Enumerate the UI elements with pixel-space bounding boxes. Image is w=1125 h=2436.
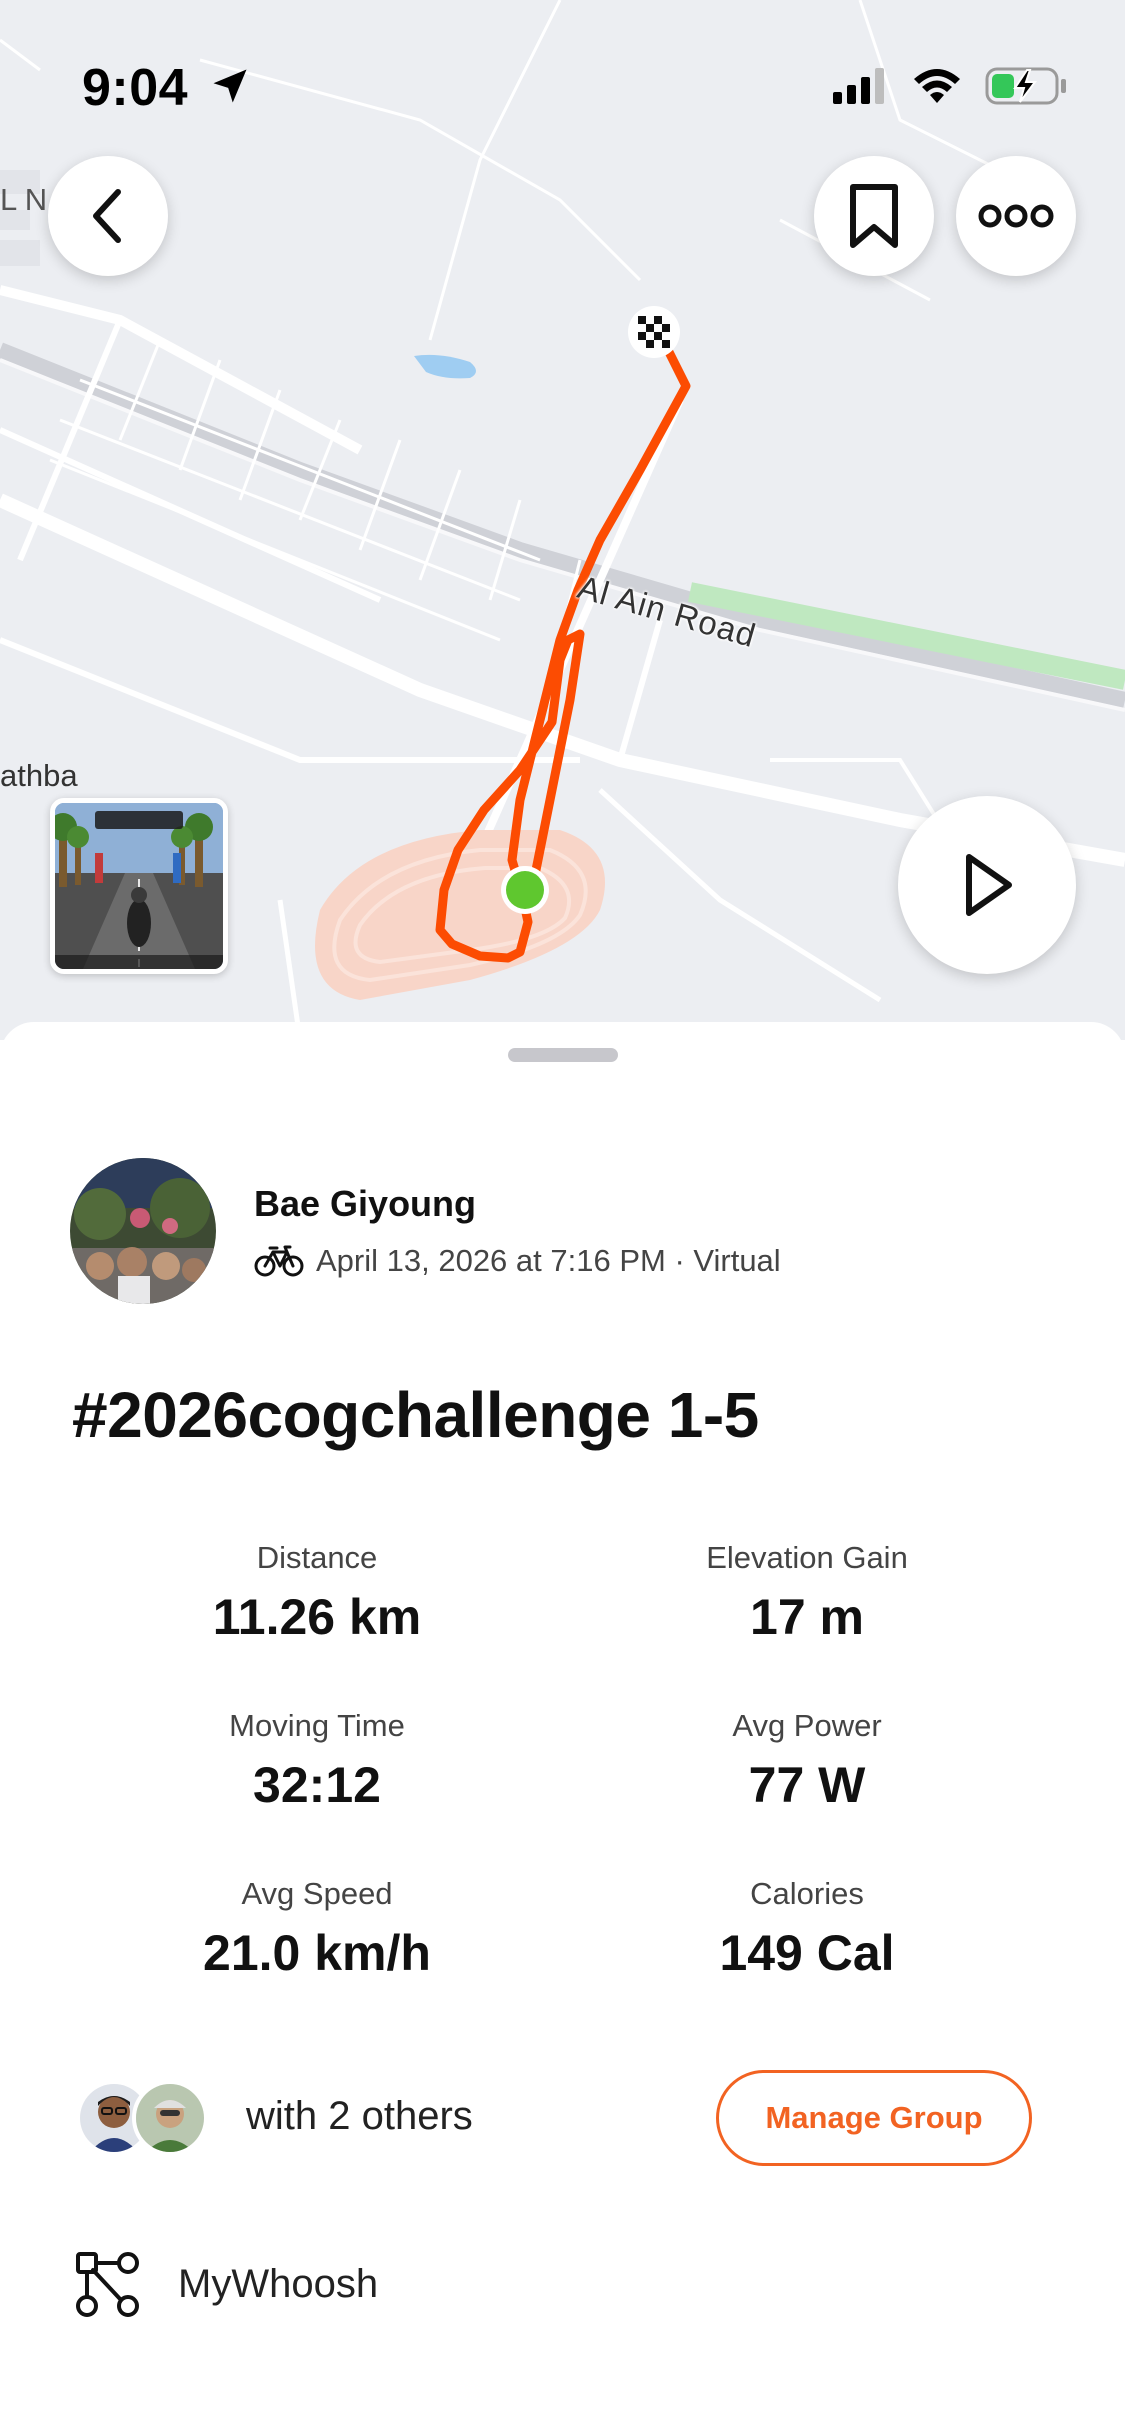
wifi-icon	[914, 69, 960, 103]
stat-label: Avg Speed	[241, 1876, 393, 1911]
avatar-image	[70, 1158, 216, 1304]
map-label-fragment: L N	[0, 182, 48, 217]
stat-elevation-gain: Elevation Gain 17 m	[557, 1540, 1057, 1646]
device-name: MyWhoosh	[178, 2261, 379, 2306]
stat-distance: Distance 11.26 km	[67, 1540, 567, 1646]
status-bar: 9:04	[0, 0, 1125, 160]
group-activity-row: with 2 others Manage Group	[76, 2070, 1056, 2166]
stat-label: Avg Power	[732, 1708, 882, 1743]
sheet-drag-handle[interactable]	[508, 1048, 618, 1062]
bookmark-button[interactable]	[814, 156, 934, 276]
activity-detail-sheet: Bae Giyoung April 13, 2026 at 7:16 PM · …	[0, 1022, 1125, 2436]
stat-avg-speed: Avg Speed 21.0 km/h	[67, 1876, 567, 1982]
play-flyover-button[interactable]	[898, 796, 1076, 974]
route-map[interactable]: L N athba Al Ain Road 9:04	[0, 0, 1125, 1040]
cellular-signal-icon	[833, 68, 884, 104]
device-icon	[76, 2252, 139, 2317]
stat-value: 21.0 km/h	[203, 1925, 431, 1981]
stat-moving-time: Moving Time 32:12	[67, 1708, 567, 1814]
stat-value: 11.26 km	[212, 1589, 422, 1645]
avatar	[132, 2080, 208, 2156]
stat-label: Calories	[750, 1876, 864, 1911]
map-label-fragment: athba	[0, 758, 78, 793]
more-button[interactable]	[956, 156, 1076, 276]
stat-label: Distance	[256, 1540, 378, 1575]
stat-value: 77 W	[748, 1757, 866, 1813]
more-icon	[978, 204, 1054, 228]
athlete-name[interactable]: Bae Giyoung	[254, 1183, 781, 1225]
activity-media-thumbnail[interactable]	[50, 798, 228, 974]
back-icon	[93, 189, 121, 243]
activity-date: April 13, 2026 at 7:16 PM · Virtual	[316, 1243, 781, 1278]
avatar-image	[136, 2084, 204, 2152]
stat-calories: Calories 149 Cal	[557, 1876, 1057, 1982]
play-icon	[966, 854, 1012, 916]
activity-title: #2026cogchallenge 1-5	[72, 1379, 759, 1451]
stat-label: Elevation Gain	[706, 1540, 908, 1575]
stat-value: 149 Cal	[719, 1925, 895, 1981]
battery-charging-icon	[985, 67, 1066, 105]
status-time: 9:04	[82, 59, 189, 117]
manage-group-button[interactable]: Manage Group	[716, 2070, 1032, 2166]
device-row[interactable]: MyWhoosh	[72, 2248, 378, 2320]
stat-avg-power: Avg Power 77 W	[557, 1708, 1057, 1814]
bookmark-icon	[850, 184, 898, 248]
back-button[interactable]	[48, 156, 168, 276]
avatar[interactable]	[70, 1158, 216, 1304]
bike-icon	[254, 1245, 304, 1277]
athlete-header[interactable]: Bae Giyoung April 13, 2026 at 7:16 PM · …	[70, 1158, 781, 1304]
stat-value: 32:12	[253, 1757, 381, 1813]
stat-label: Moving Time	[229, 1708, 405, 1743]
virtual-ride-image	[55, 803, 223, 969]
location-arrow-icon	[213, 69, 247, 103]
group-text[interactable]: with 2 others	[246, 2094, 473, 2139]
stat-value: 17 m	[750, 1589, 864, 1645]
group-avatars[interactable]	[76, 2080, 216, 2156]
